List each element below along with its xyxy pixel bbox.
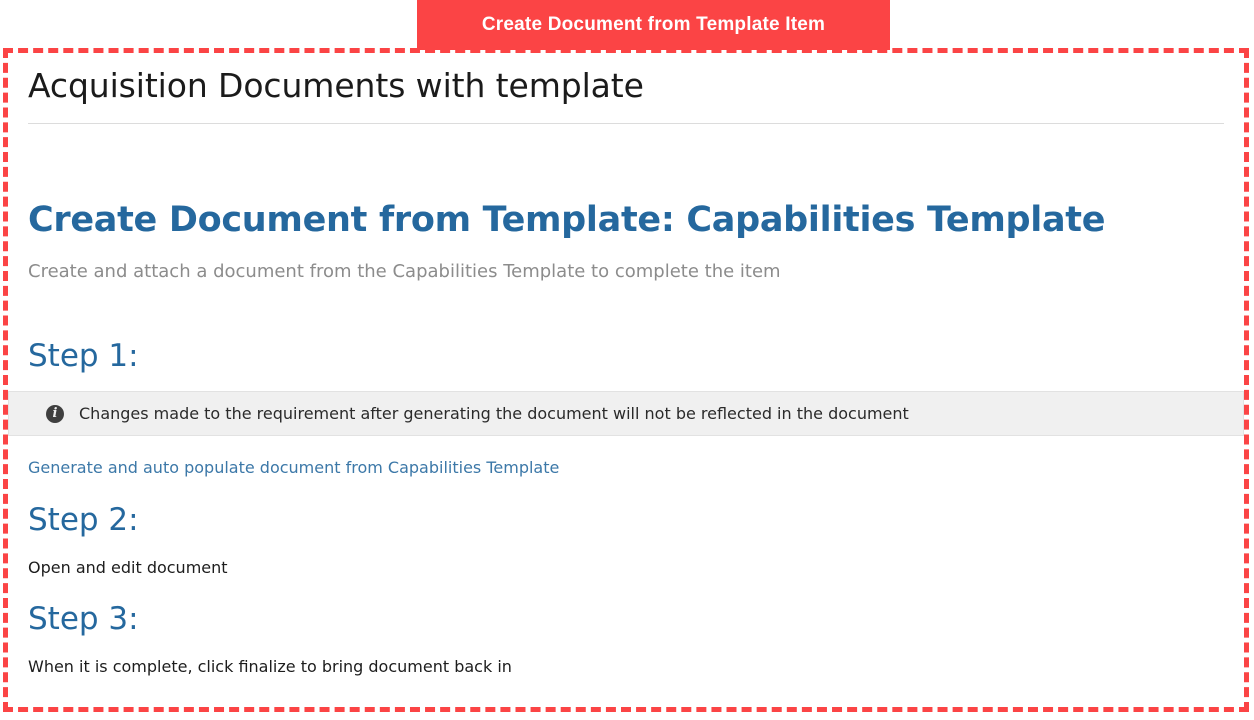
info-circle-icon: i <box>46 404 64 423</box>
step-2-heading: Step 2: <box>28 502 139 539</box>
page-title: Acquisition Documents with template <box>28 66 644 105</box>
callout-banner-label: Create Document from Template Item <box>481 14 826 35</box>
step-3-heading: Step 3: <box>28 601 139 638</box>
step-3-text: When it is complete, click finalize to b… <box>28 657 512 677</box>
step-1-heading: Step 1: <box>28 338 139 375</box>
generate-document-link[interactable]: Generate and auto populate document from… <box>28 458 559 479</box>
section-subtitle: Create and attach a document from the Ca… <box>28 260 781 282</box>
page-content: Acquisition Documents with template Crea… <box>8 53 1244 707</box>
info-alert-text: Changes made to the requirement after ge… <box>79 404 909 424</box>
section-heading: Create Document from Template: Capabilit… <box>28 199 1106 240</box>
info-alert: i Changes made to the requirement after … <box>8 391 1244 437</box>
callout-banner: Create Document from Template Item <box>417 0 890 50</box>
step-2-text: Open and edit document <box>28 558 228 578</box>
